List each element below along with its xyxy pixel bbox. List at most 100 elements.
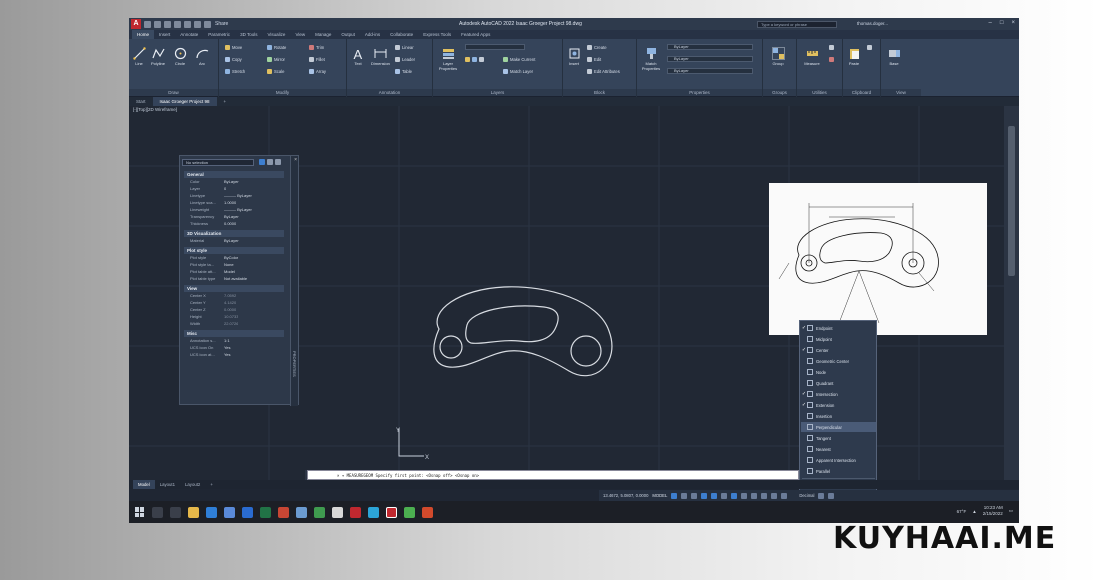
arc-tool[interactable]: Arc	[195, 47, 209, 66]
linear-tool[interactable]: Linear	[395, 44, 414, 51]
property-section-header[interactable]: Plot style	[184, 247, 284, 254]
ribbon-tab-view[interactable]: View	[290, 30, 310, 39]
ortho-mode-icon[interactable]	[691, 492, 698, 499]
file-explorer-icon[interactable]	[188, 506, 199, 518]
select-objects-icon[interactable]	[267, 159, 273, 165]
property-row[interactable]: UCS icon On Yes	[184, 345, 284, 351]
edge-browser-icon[interactable]	[206, 506, 217, 518]
property-section-header[interactable]: Misc	[184, 330, 284, 337]
undo-icon[interactable]	[194, 20, 201, 28]
weather-widget[interactable]: 67°F	[957, 509, 967, 514]
ribbon-tab-3d-tools[interactable]: 3D Tools	[235, 30, 262, 39]
layout-tab[interactable]: Model	[133, 480, 155, 489]
edit-attributes-tool[interactable]: Edit Attributes	[587, 68, 620, 75]
document-tab[interactable]: Start	[129, 97, 153, 106]
osnap-item-quadrant[interactable]: Quadrant	[801, 378, 876, 388]
osnap-item-center[interactable]: ✓ Center	[801, 345, 876, 355]
view-panel-label[interactable]: View	[881, 89, 921, 96]
edit-block-tool[interactable]: Edit	[587, 56, 601, 63]
property-row[interactable]: Plot style ta... None	[184, 262, 284, 268]
stretch-tool[interactable]: Stretch	[225, 68, 245, 75]
search-input[interactable]: Type a keyword or phrase	[757, 21, 837, 28]
osnap-item-geometric-center[interactable]: Geometric Center	[801, 356, 876, 366]
property-row[interactable]: Linetype ——— ByLayer	[184, 193, 284, 199]
property-section-header[interactable]: View	[184, 285, 284, 292]
trim-tool[interactable]: Trim	[309, 44, 324, 51]
annotation-panel-label[interactable]: Annotation	[347, 89, 432, 96]
osnap-item-endpoint[interactable]: ✓ Endpoint	[801, 323, 876, 333]
workspace-gear-icon[interactable]	[781, 492, 788, 499]
ribbon-tab-express-tools[interactable]: Express Tools	[418, 30, 456, 39]
right-hole[interactable]	[570, 335, 602, 367]
open-file-icon[interactable]	[154, 20, 161, 28]
palette-close-icon[interactable]: ×	[294, 157, 297, 163]
object-snap-tracking-icon[interactable]	[721, 492, 728, 499]
annotation-scale-icon[interactable]	[771, 492, 778, 499]
property-row[interactable]: UCS icon at... Yes	[184, 352, 284, 358]
ribbon-tab-home[interactable]: Home	[132, 30, 155, 39]
osnap-item-apparent-intersection[interactable]: Apparent Intersection	[801, 455, 876, 465]
layout-tab[interactable]: +	[205, 480, 218, 489]
task-view-icon[interactable]	[170, 506, 181, 518]
group-tool[interactable]: Group	[771, 47, 785, 66]
vertical-scrollbar[interactable]	[1004, 106, 1019, 488]
leader-tool[interactable]: Leader	[395, 56, 415, 63]
osnap-item-intersection[interactable]: ✓ Intersection	[801, 389, 876, 399]
property-row[interactable]: Height 10.0733	[184, 314, 284, 320]
utility-extra-1[interactable]	[829, 44, 836, 51]
property-row[interactable]: Thickness 0.0000	[184, 221, 284, 227]
property-row[interactable]: Center Y 4.1420	[184, 300, 284, 306]
transparency-icon[interactable]	[751, 492, 758, 499]
save-as-icon[interactable]	[174, 20, 181, 28]
units-display[interactable]: Decimal	[799, 493, 814, 498]
layer-toggles[interactable]	[465, 56, 486, 63]
mail-icon[interactable]	[296, 506, 307, 518]
ribbon-tab-collaborate[interactable]: Collaborate	[385, 30, 418, 39]
copy-clip-tool[interactable]	[867, 44, 874, 51]
scrollbar-thumb[interactable]	[1008, 126, 1015, 276]
snap-mode-icon[interactable]	[681, 492, 688, 499]
block-panel-label[interactable]: Block	[563, 89, 636, 96]
customization-menu-icon[interactable]	[828, 492, 835, 499]
document-tab[interactable]: Isaac Groeger Project 98	[152, 97, 217, 106]
ribbon-tab-manage[interactable]: Manage	[310, 30, 336, 39]
ribbon-tab-parametric[interactable]: Parametric	[203, 30, 235, 39]
part-outline[interactable]	[433, 286, 613, 377]
user-account[interactable]: thomas.doger...	[857, 21, 888, 26]
layout-tab[interactable]: Layout2	[180, 480, 205, 489]
osnap-item-tangent[interactable]: Tangent	[801, 433, 876, 443]
utilities-panel-label[interactable]: Utilities	[797, 89, 842, 96]
clock[interactable]: 10:23 AM 2/15/2022	[983, 505, 1003, 517]
chrome-icon[interactable]	[332, 506, 343, 518]
viewport-controls-label[interactable]: [-][Top][2D Wireframe]	[133, 107, 177, 112]
minimize-icon[interactable]: –	[989, 20, 992, 26]
store-icon[interactable]	[224, 506, 235, 518]
match-layer-tool[interactable]: Match Layer	[503, 68, 533, 75]
ribbon-tab-output[interactable]: Output	[336, 30, 360, 39]
ribbon-tab-add-ins[interactable]: Add-ins	[360, 30, 385, 39]
close-icon[interactable]: ×	[1011, 20, 1015, 26]
property-section-header[interactable]: General	[184, 171, 284, 178]
polyline-tool[interactable]: Polyline	[151, 47, 165, 66]
paste-tool[interactable]: Paste	[847, 47, 861, 66]
selection-cycling-icon[interactable]	[761, 492, 768, 499]
property-row[interactable]: Plot table att... Model	[184, 269, 284, 275]
layers-panel-label[interactable]: Layers	[433, 89, 562, 96]
lineweight-icon[interactable]	[741, 492, 748, 499]
properties-panel-label[interactable]: Properties	[637, 89, 762, 96]
property-row[interactable]: Linetype sca... 1.0000	[184, 200, 284, 206]
slot-cutout[interactable]	[465, 305, 559, 345]
linetype-dropdown[interactable]: ByLayer	[667, 68, 753, 74]
utility-extra-2[interactable]	[829, 56, 836, 63]
lineweight-dropdown[interactable]: ByLayer	[667, 56, 753, 62]
property-row[interactable]: Plot table type Not available	[184, 276, 284, 282]
share-button[interactable]: Share	[215, 21, 228, 27]
rotate-tool[interactable]: Rotate	[267, 44, 286, 51]
table-tool[interactable]: Table	[395, 68, 412, 75]
measure-tool[interactable]: Measure	[803, 47, 821, 66]
new-file-icon[interactable]	[144, 20, 151, 28]
autocad-taskbar-icon[interactable]	[386, 506, 397, 518]
array-tool[interactable]: Array	[309, 68, 326, 75]
insert-block-tool[interactable]: Insert	[567, 47, 581, 66]
property-row[interactable]: Center Z 0.0000	[184, 307, 284, 313]
